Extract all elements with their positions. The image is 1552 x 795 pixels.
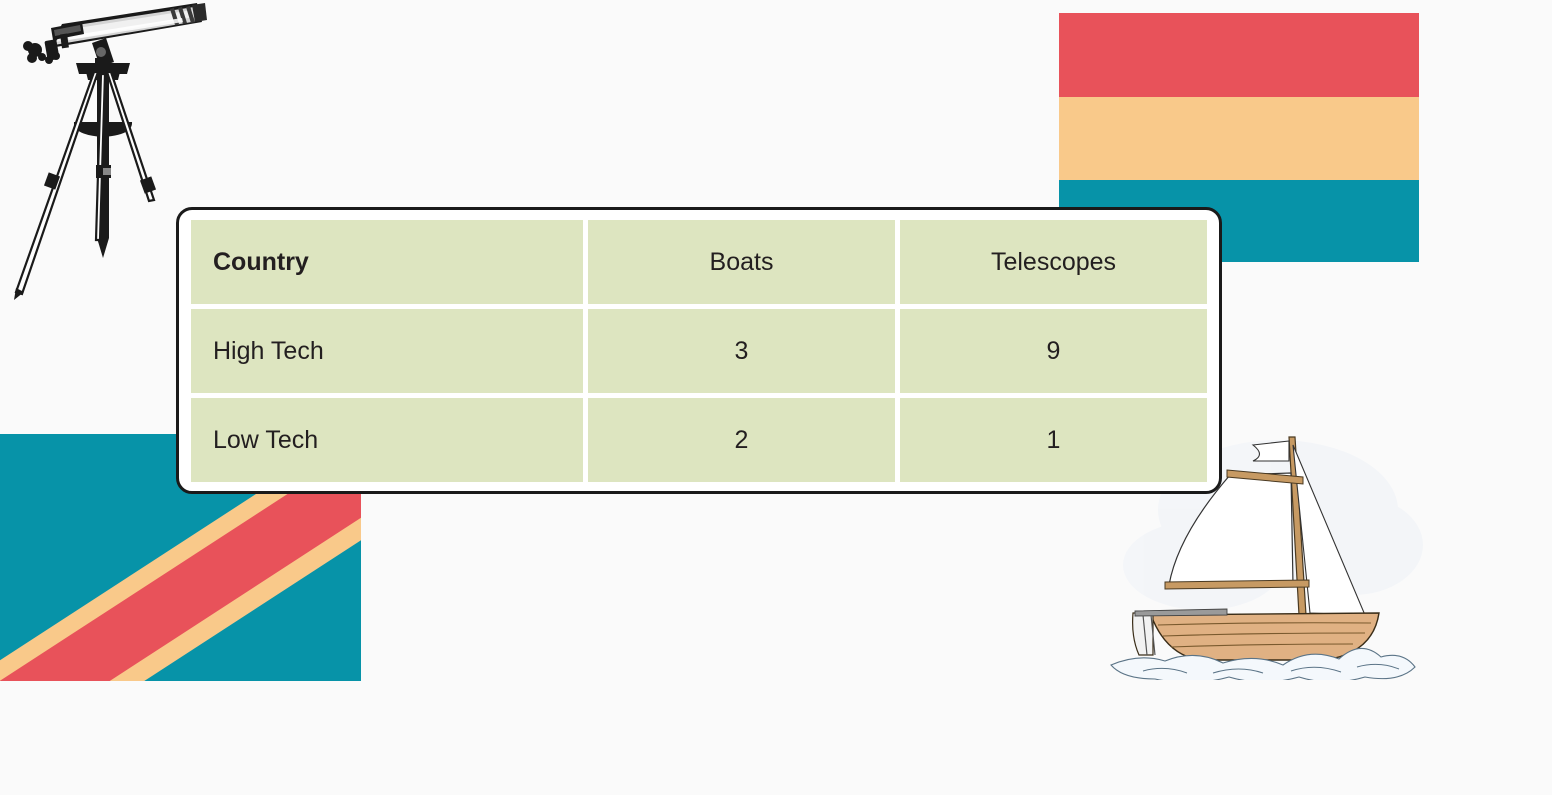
table-row: Low Tech 2 1	[191, 398, 1207, 482]
page-canvas: Country Boats Telescopes High Tech 3 9 L…	[0, 0, 1552, 795]
column-header-telescopes: Telescopes	[900, 220, 1207, 304]
cell-country-high-tech: High Tech	[191, 309, 583, 393]
table-header-row: Country Boats Telescopes	[191, 220, 1207, 304]
column-header-country: Country	[191, 220, 583, 304]
cell-boats-high-tech: 3	[588, 309, 895, 393]
cell-boats-low-tech: 2	[588, 398, 895, 482]
table-header: Country Boats Telescopes	[191, 220, 1207, 304]
table-row: High Tech 3 9	[191, 309, 1207, 393]
flag-band-red	[1059, 13, 1419, 97]
data-table: Country Boats Telescopes High Tech 3 9 L…	[186, 215, 1212, 487]
table-body: High Tech 3 9 Low Tech 2 1	[191, 309, 1207, 482]
data-table-card: Country Boats Telescopes High Tech 3 9 L…	[176, 207, 1222, 494]
cell-telescopes-high-tech: 9	[900, 309, 1207, 393]
cell-telescopes-low-tech: 1	[900, 398, 1207, 482]
column-header-boats: Boats	[588, 220, 895, 304]
flag-band-orange	[1059, 97, 1419, 180]
cell-country-low-tech: Low Tech	[191, 398, 583, 482]
